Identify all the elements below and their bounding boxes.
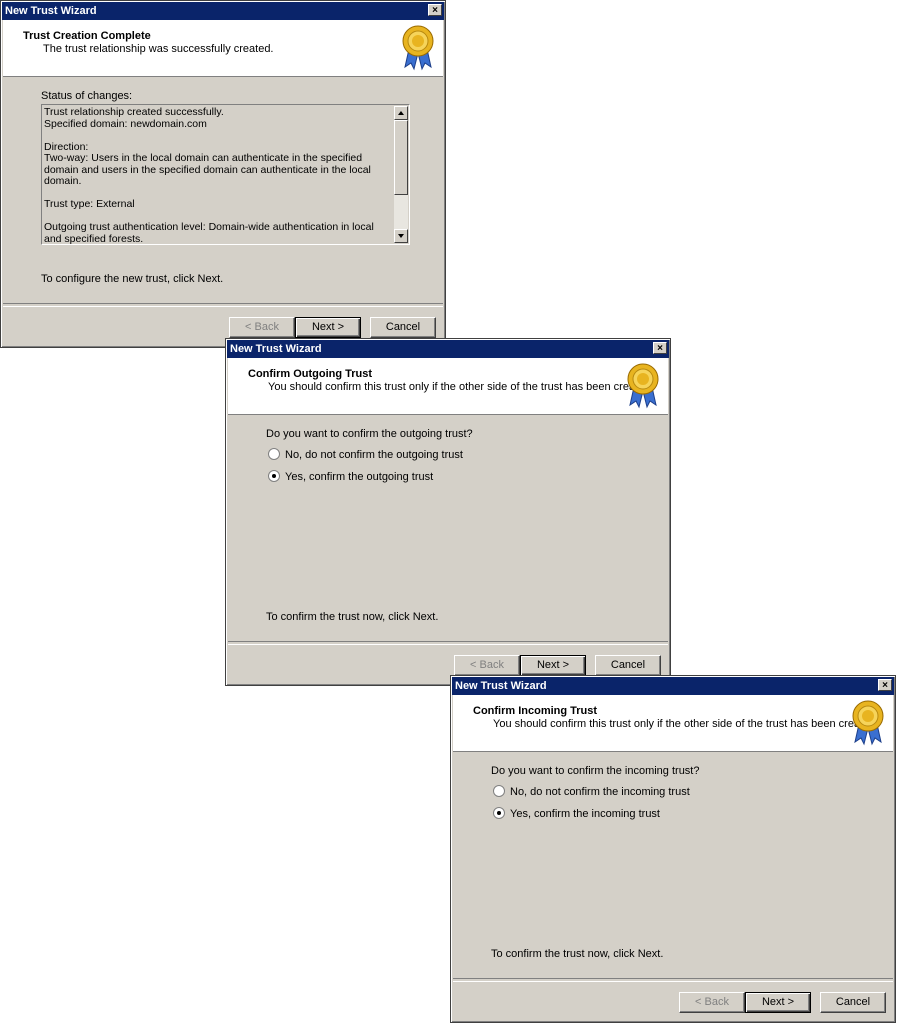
- certificate-seal-icon: [627, 363, 659, 409]
- back-button[interactable]: < Back: [454, 655, 520, 676]
- window-title: New Trust Wizard ×: [452, 677, 894, 695]
- trust-creation-complete-dialog: New Trust Wizard × Trust Creation Comple…: [0, 0, 446, 348]
- question-text: Do you want to confirm the incoming trus…: [491, 765, 700, 777]
- scroll-up-button[interactable]: [394, 106, 408, 120]
- radio-button[interactable]: [493, 785, 505, 798]
- radio-option-no[interactable]: No, do not confirm the incoming trust: [493, 785, 690, 798]
- radio-button-checked[interactable]: [493, 807, 505, 820]
- question-text: Do you want to confirm the outgoing trus…: [266, 428, 473, 440]
- page-subtitle: You should confirm this trust only if th…: [493, 718, 879, 730]
- status-line: Outgoing trust authentication level: Dom…: [44, 221, 374, 245]
- window-title: New Trust Wizard ×: [227, 340, 669, 358]
- confirm-incoming-trust-dialog: New Trust Wizard × Confirm Incoming Trus…: [450, 675, 896, 1023]
- instruction-text: To configure the new trust, click Next.: [41, 273, 224, 285]
- close-icon[interactable]: ×: [428, 4, 442, 16]
- wizard-header: Trust Creation Complete The trust relati…: [3, 20, 443, 77]
- radio-option-no[interactable]: No, do not confirm the outgoing trust: [268, 448, 463, 461]
- page-subtitle: The trust relationship was successfully …: [43, 43, 274, 55]
- divider: [228, 641, 668, 645]
- arrow-down-icon: [398, 234, 404, 238]
- scroll-thumb[interactable]: [394, 120, 408, 195]
- radio-button-checked[interactable]: [268, 470, 280, 483]
- status-line: Trust relationship created successfully.…: [44, 106, 224, 130]
- radio-label: Yes, confirm the outgoing trust: [285, 471, 434, 483]
- instruction-text: To confirm the trust now, click Next.: [266, 611, 439, 623]
- wizard-content: Do you want to confirm the incoming trus…: [451, 752, 895, 977]
- next-button[interactable]: Next >: [520, 655, 586, 676]
- radio-label: No, do not confirm the incoming trust: [510, 786, 690, 798]
- confirm-outgoing-trust-dialog: New Trust Wizard × Confirm Outgoing Trus…: [225, 338, 671, 686]
- next-button[interactable]: Next >: [295, 317, 361, 338]
- vertical-scrollbar[interactable]: [394, 106, 408, 243]
- page-title: Confirm Incoming Trust: [473, 705, 598, 717]
- window-title-text: New Trust Wizard: [5, 5, 97, 17]
- wizard-header: Confirm Incoming Trust You should confir…: [453, 695, 893, 752]
- window-title: New Trust Wizard ×: [2, 2, 444, 20]
- radio-option-yes[interactable]: Yes, confirm the incoming trust: [493, 807, 660, 820]
- instruction-text: To confirm the trust now, click Next.: [491, 948, 664, 960]
- divider: [453, 978, 893, 982]
- status-textbox[interactable]: Trust relationship created successfully.…: [41, 104, 410, 245]
- cancel-button[interactable]: Cancel: [370, 317, 436, 338]
- back-button[interactable]: < Back: [679, 992, 745, 1013]
- status-text: Trust relationship created successfully.…: [44, 106, 392, 257]
- close-icon[interactable]: ×: [653, 342, 667, 354]
- window-title-text: New Trust Wizard: [455, 680, 547, 692]
- status-label: Status of changes:: [41, 90, 133, 102]
- back-button[interactable]: < Back: [229, 317, 295, 338]
- wizard-content: Status of changes: Trust relationship cr…: [1, 77, 445, 302]
- radio-label: No, do not confirm the outgoing trust: [285, 449, 463, 461]
- status-line: Trust type: External: [44, 198, 135, 210]
- next-button[interactable]: Next >: [745, 992, 811, 1013]
- cancel-button[interactable]: Cancel: [595, 655, 661, 676]
- certificate-seal-icon: [852, 700, 884, 746]
- scroll-down-button[interactable]: [394, 229, 408, 243]
- page-subtitle: You should confirm this trust only if th…: [268, 381, 654, 393]
- page-title: Confirm Outgoing Trust: [248, 368, 373, 380]
- radio-option-yes[interactable]: Yes, confirm the outgoing trust: [268, 470, 434, 483]
- status-line: Direction: Two-way: Users in the local do…: [44, 140, 371, 187]
- page-title: Trust Creation Complete: [23, 30, 151, 42]
- certificate-seal-icon: [402, 25, 434, 71]
- divider: [3, 303, 443, 307]
- cancel-button[interactable]: Cancel: [820, 992, 886, 1013]
- radio-button[interactable]: [268, 448, 280, 461]
- arrow-up-icon: [398, 111, 404, 115]
- window-title-text: New Trust Wizard: [230, 343, 322, 355]
- close-icon[interactable]: ×: [878, 679, 892, 691]
- wizard-content: Do you want to confirm the outgoing trus…: [226, 415, 670, 640]
- radio-label: Yes, confirm the incoming trust: [510, 808, 660, 820]
- wizard-header: Confirm Outgoing Trust You should confir…: [228, 358, 668, 415]
